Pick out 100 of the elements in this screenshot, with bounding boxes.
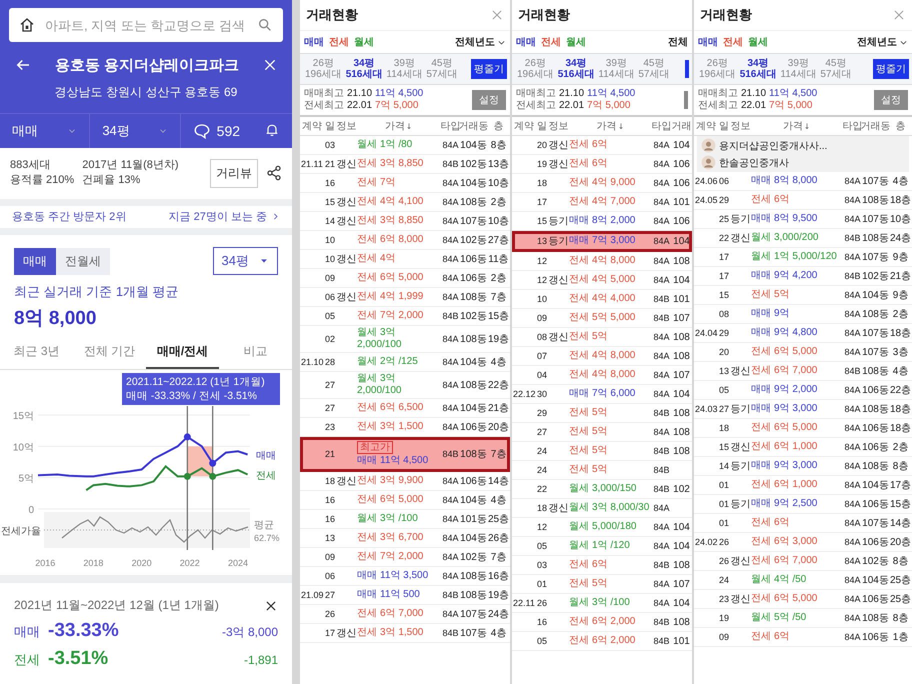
transaction-row[interactable]: 17 전세 4억 7,000 84A 101 [512, 193, 692, 212]
transaction-row[interactable]: 23 갱신전세 6억 5,000 84A 106동25층 [694, 590, 912, 609]
transaction-row[interactable]: 10 전세 6억 8,000 84A 102동27층 [300, 231, 510, 250]
year-filter[interactable]: 전체 [668, 35, 688, 49]
transaction-row[interactable]: 20 갱신전세 6억 84A 104 [512, 136, 692, 155]
transaction-row[interactable]: 06 매매 11억 3,500 84A 108동16층 [300, 567, 510, 586]
transaction-row[interactable]: 18 갱신전세 3억 9,900 84A 106동14층 [300, 472, 510, 491]
transaction-row[interactable]: 13 등기 매매 7억 3,000 84A 104 [512, 231, 692, 252]
transaction-row[interactable]: 27 월세 3억 2,000/100 84A 108동22층 [300, 372, 510, 399]
search-bar[interactable]: 아파트, 지역 또는 학교명으로 검색 [9, 8, 283, 42]
transaction-row[interactable]: 21.11 21 갱신전세 3억 8,850 84B 102동13층 [300, 155, 510, 174]
transaction-row[interactable]: 12 월세 5,000/180 84A 104 [512, 518, 692, 537]
cut-button[interactable] [685, 60, 689, 78]
size-dropdown[interactable]: 34평 [90, 114, 181, 148]
transaction-row[interactable]: 10 전세 4억 4,000 84B 101 [512, 290, 692, 309]
transaction-row[interactable]: 24.06 06 매매 8억 8,000 84A 107동 4층 [694, 172, 912, 191]
transaction-row[interactable]: 21.10 28 월세 2억 /125 84A 104동 4층 [300, 353, 510, 372]
transaction-row[interactable]: 26 전세 6억 7,000 84A 107동24층 [300, 605, 510, 624]
transaction-row[interactable]: 16 월세 3억 /100 84A 101동25층 [300, 510, 510, 529]
transaction-row[interactable]: 27 전세 6억 6,500 84A 104동21층 [300, 399, 510, 418]
transaction-row[interactable]: 17 월세 1억 5,000/120 84A 107동 9층 [694, 248, 912, 267]
transaction-row[interactable]: 12 전세 4억 8,000 84A 108 [512, 252, 692, 271]
size-button[interactable]: 평줄기 [471, 59, 507, 79]
transaction-row[interactable]: 15 갱신전세 4억 4,100 84A 108동 2층 [300, 193, 510, 212]
search-field[interactable]: 아파트, 지역 또는 학교명으로 검색 [43, 16, 249, 34]
transaction-row[interactable]: 17 갱신전세 3억 1,500 84B 107동 4층 [300, 624, 510, 643]
transaction-row[interactable]: 07 전세 4억 8,000 84A 108 [512, 347, 692, 366]
transaction-row[interactable]: 24.03 27 등기 매매 9억 3,000 84A 108동18층 [694, 400, 912, 419]
transaction-row[interactable]: 01 전세 5억 84A 107 [512, 575, 692, 594]
period-tab[interactable]: 매매/전세 [146, 335, 219, 369]
deal-tab[interactable]: 전월세 [56, 248, 110, 274]
cut-button[interactable] [684, 91, 688, 109]
year-filter[interactable]: 전체년도 [857, 35, 908, 49]
transaction-row[interactable]: 05 매매 9억 2,000 84A 106동22층 [694, 381, 912, 400]
street-view-button[interactable]: 거리뷰 [210, 158, 258, 188]
transaction-row[interactable]: 24 월세 4억 /50 84A 104동25층 [694, 571, 912, 590]
transaction-row[interactable]: 13 전세 3억 6,700 84A 104동26층 [300, 529, 510, 548]
transaction-row[interactable]: 05 월세 1억 /120 84A 104 [512, 537, 692, 556]
transaction-row[interactable]: 19 갱신전세 6억 84A 106 [512, 155, 692, 174]
transaction-row[interactable]: 01 등기 매매 9억 2,500 84A 106동15층 [694, 495, 912, 514]
transaction-row[interactable]: 27 전세 5억 84A 108 [512, 423, 692, 442]
transaction-row[interactable]: 21.09 27 매매 11억 500 84B 108동19층 [300, 586, 510, 605]
transaction-row[interactable]: 08 갱신전세 5억 84A 108 [512, 328, 692, 347]
transaction-row[interactable]: 04 전세 4억 8,000 84A 107 [512, 366, 692, 385]
transaction-row[interactable]: 06 갱신전세 4억 1,999 84A 108동 7층 [300, 288, 510, 307]
transaction-row[interactable]: 09 전세 6억 84A 106동 1층 [694, 628, 912, 647]
legend-item[interactable]: 매매 [516, 35, 536, 49]
transaction-row[interactable]: 15 갱신전세 6억 1,000 84A 106동 2층 [694, 438, 912, 457]
transaction-row[interactable]: 10 갱신전세 4억 84A 106동 11층 [300, 250, 510, 269]
size-select[interactable]: 34평 [212, 247, 278, 275]
transaction-row[interactable]: 05 전세 6억 2,000 84B 101 [512, 632, 692, 651]
transaction-row[interactable]: 22 월세 3,000/150 84B 102 [512, 480, 692, 499]
legend-item[interactable]: 전세 [723, 35, 743, 49]
transaction-row[interactable]: 12 갱신전세 4억 5,000 84A 104 [512, 271, 692, 290]
transaction-row[interactable]: 22.11 26 월세 3억 /100 84A 104 [512, 594, 692, 613]
transaction-row[interactable]: 25 등기 매매 8억 9,500 84A 107동10층 [694, 210, 912, 229]
transaction-row[interactable]: 08 매매 9억 84A 108동 2층 [694, 305, 912, 324]
transaction-row[interactable]: 22.12 30 매매 7억 6,000 84A 104 [512, 385, 692, 404]
broker-name[interactable]: 한솔공인중개사 [719, 156, 789, 170]
transaction-row[interactable]: 24 전세 5억 84B 108 [512, 442, 692, 461]
size-button[interactable]: 평줄기 [873, 59, 909, 79]
transaction-row[interactable]: 03 월세 1억 /80 84A 104동 8층 [300, 136, 510, 155]
transaction-row[interactable]: 22 갱신 월세 3,000/200 84B 108동24층 [694, 229, 912, 248]
transaction-row[interactable]: 02 월세 3억 2,000/100 84A 108동19층 [300, 326, 510, 353]
legend-item[interactable]: 전세 [541, 35, 561, 49]
transaction-row[interactable]: 14 갱신전세 3억 8,850 84A 107동10층 [300, 212, 510, 231]
transaction-row[interactable]: 09 전세 7억 2,000 84A 102동 7층 [300, 548, 510, 567]
size-tab[interactable]: 34평 516세대 [738, 58, 778, 80]
transaction-row[interactable]: 16 전세 6억 5,000 84A 104동 4층 [300, 491, 510, 510]
broker-name[interactable]: 용지더샵공인중개사사... [719, 138, 828, 152]
transaction-row[interactable]: 09 전세 6억 5,000 84A 106동 2층 [300, 269, 510, 288]
legend-item[interactable]: 매매 [304, 35, 324, 49]
transaction-row[interactable]: 20 전세 6억 5,000 84A 107동 3층 [694, 343, 912, 362]
watching-link[interactable]: 지금 27명이 보는 중 [168, 209, 280, 224]
transaction-row[interactable]: 13 갱신전세 6억 7,000 84B 108동 4층 [694, 362, 912, 381]
size-tab[interactable]: 34평 516세대 [556, 58, 596, 80]
size-tab[interactable]: 34평 516세대 [344, 58, 384, 80]
legend-item[interactable]: 전세 [329, 35, 349, 49]
visitor-rank-link[interactable]: 용호동 주간 방문자 2위 [12, 209, 126, 224]
transaction-row[interactable]: 24.02 26 전세 6억 3,000 84A 106동20층 [694, 533, 912, 552]
transaction-row[interactable]: 24 전세 5억 84B [512, 461, 692, 480]
transaction-row[interactable]: 16 전세 7억 84A 104동10층 [300, 174, 510, 193]
transaction-row[interactable]: 26 갱신전세 6억 7,000 84A 102동 8층 [694, 552, 912, 571]
transaction-row[interactable]: 24.05 29 전세 6억 84A 108동18층 [694, 191, 912, 210]
period-tab[interactable]: 비교 [219, 335, 292, 369]
transaction-row[interactable]: 24.04 29 매매 9억 4,800 84A 107동18층 [694, 324, 912, 343]
transaction-row[interactable]: 21 최고가 매매 11억 4,500 84B 108동 7층 [300, 437, 510, 472]
transaction-row[interactable]: 18 전세 4억 9,000 84A 106 [512, 174, 692, 193]
transaction-row[interactable]: 03 전세 6억 84B 108 [512, 556, 692, 575]
transaction-row[interactable]: 01 전세 6억 1,000 84A 104동17층 [694, 476, 912, 495]
deal-type-dropdown[interactable]: 매매 [0, 114, 90, 148]
year-filter[interactable]: 전체년도 [455, 35, 506, 49]
transaction-row[interactable]: 05 전세 7억 2,000 84B 102동15층 [300, 307, 510, 326]
transaction-row[interactable]: 19 월세 5억 /50 84A 108동 8층 [694, 609, 912, 628]
transaction-row[interactable]: 15 전세 5억 84A 104동 9층 [694, 286, 912, 305]
transaction-row[interactable]: 18 전세 6억 5,000 84A 106동18층 [694, 419, 912, 438]
period-tab[interactable]: 전체 기간 [73, 335, 146, 369]
deal-tab[interactable]: 매매 [14, 248, 56, 274]
transaction-row[interactable]: 01 전세 6억 84A 107동14층 [694, 514, 912, 533]
transaction-row[interactable]: 18 갱신 월세 3억 8,000/30 84A [512, 499, 692, 518]
